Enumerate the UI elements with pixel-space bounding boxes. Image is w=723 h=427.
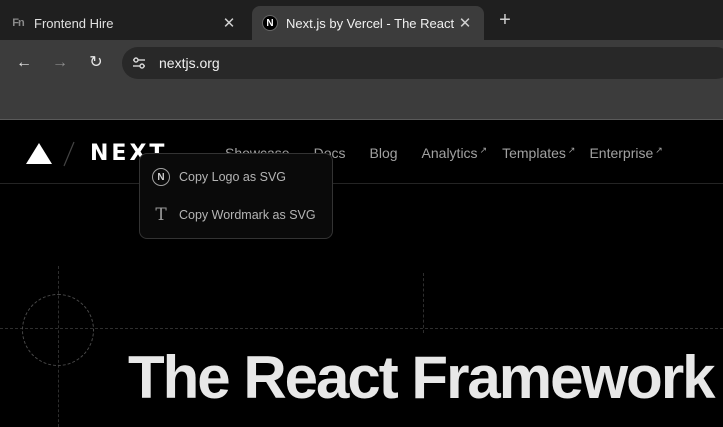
nextjs-logo-icon: N bbox=[152, 168, 170, 186]
external-link-icon: ↗ bbox=[479, 145, 488, 155]
close-tab-icon[interactable]: ✕ bbox=[220, 14, 238, 32]
url-text: nextjs.org bbox=[159, 55, 220, 71]
external-link-icon: ↗ bbox=[655, 145, 663, 155]
tab-title: Frontend Hire bbox=[34, 15, 114, 31]
reload-button[interactable]: ↻ bbox=[84, 52, 108, 74]
address-bar[interactable]: nextjs.org bbox=[122, 47, 723, 79]
tab-title: Next.js by Vercel - The React bbox=[286, 15, 455, 31]
grid-line bbox=[423, 273, 424, 333]
nav-templates[interactable]: Templates ↗ bbox=[502, 145, 575, 161]
frontend-hire-favicon-icon: Fn bbox=[12, 17, 24, 29]
menu-item-label: Copy Wordmark as SVG bbox=[179, 208, 316, 222]
site-settings-icon[interactable] bbox=[125, 49, 153, 77]
close-tab-icon[interactable]: ✕ bbox=[456, 14, 474, 32]
grid-line bbox=[0, 328, 723, 329]
divider-slash-icon bbox=[63, 141, 75, 167]
decorative-circle bbox=[22, 294, 94, 366]
browser-toolbar: ← → ↻ nextjs.org bbox=[0, 40, 723, 86]
tab-strip: Fn Frontend Hire ✕ N Next.js by Vercel -… bbox=[0, 0, 723, 40]
logo-context-menu: N Copy Logo as SVG T Copy Wordmark as SV… bbox=[139, 153, 333, 239]
back-button[interactable]: ← bbox=[12, 52, 36, 74]
copy-logo-svg-menu-item[interactable]: N Copy Logo as SVG bbox=[140, 158, 332, 196]
nav-enterprise[interactable]: Enterprise ↗ bbox=[589, 145, 662, 161]
site-header: NEXT Showcase Docs Blog Analytics↗ Templ… bbox=[0, 121, 723, 184]
copy-wordmark-svg-menu-item[interactable]: T Copy Wordmark as SVG bbox=[140, 196, 332, 234]
bookmark-bar bbox=[0, 86, 723, 120]
nav-analytics[interactable]: Analytics ↗ bbox=[422, 145, 488, 161]
menu-item-label: Copy Logo as SVG bbox=[179, 170, 287, 184]
tab-frontend-hire[interactable]: Fn Frontend Hire ✕ bbox=[0, 6, 248, 40]
forward-button[interactable]: → bbox=[48, 52, 72, 74]
hero-title: The React Framework bbox=[128, 344, 716, 411]
nextjs-favicon-icon: N bbox=[262, 15, 278, 31]
external-link-icon: ↗ bbox=[567, 145, 576, 155]
text-type-icon: T bbox=[155, 205, 167, 225]
vercel-triangle-logo-icon[interactable] bbox=[26, 143, 52, 165]
tab-nextjs[interactable]: N Next.js by Vercel - The React ✕ bbox=[252, 6, 484, 40]
nav-blog[interactable]: Blog bbox=[370, 145, 398, 161]
page-content: NEXT Showcase Docs Blog Analytics↗ Templ… bbox=[0, 121, 723, 427]
new-tab-button[interactable]: + bbox=[494, 10, 516, 32]
